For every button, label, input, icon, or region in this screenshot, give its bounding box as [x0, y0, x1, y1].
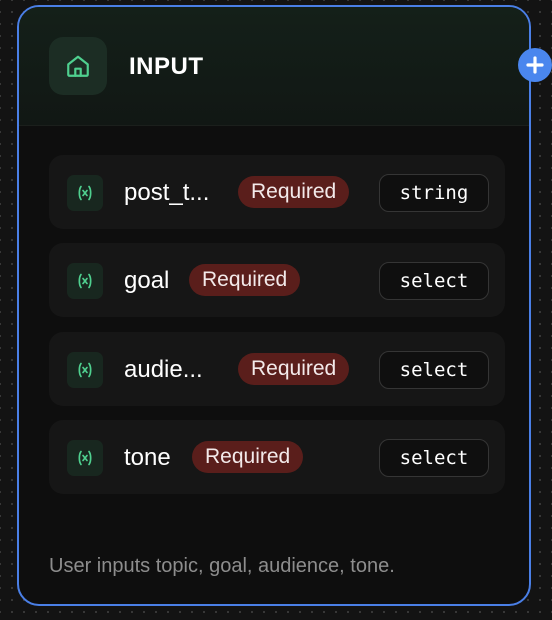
field-name: tone	[124, 444, 171, 471]
variable-icon	[67, 175, 103, 211]
field-name: goal	[124, 267, 170, 294]
required-badge: Required	[192, 441, 304, 473]
required-badge: Required	[238, 353, 350, 385]
required-badge: Required	[238, 176, 350, 208]
field-name: audie...	[124, 356, 203, 383]
field-row-tone[interactable]: tone Required select	[49, 420, 505, 494]
field-row-goal[interactable]: goal Required select	[49, 243, 505, 317]
variable-icon	[67, 352, 103, 388]
variable-icon	[67, 263, 103, 299]
field-row-audience[interactable]: audie... Required select	[49, 332, 505, 406]
variable-icon	[67, 440, 103, 476]
required-badge: Required	[189, 264, 301, 296]
field-type-pill[interactable]: string	[379, 174, 489, 212]
node-title: INPUT	[129, 53, 204, 80]
field-type-pill[interactable]: select	[379, 262, 489, 300]
plus-icon	[526, 56, 544, 74]
node-header: INPUT	[19, 7, 529, 126]
add-connection-button[interactable]	[518, 48, 552, 82]
field-name: post_t...	[124, 179, 210, 206]
field-type-pill[interactable]: select	[379, 351, 489, 389]
field-type-pill[interactable]: select	[379, 439, 489, 477]
node-description: User inputs topic, goal, audience, tone.	[49, 555, 395, 577]
home-icon	[49, 37, 107, 95]
input-node[interactable]: INPUT post_t... Required string goal Req…	[17, 5, 531, 606]
field-row-post-topic[interactable]: post_t... Required string	[49, 155, 505, 229]
